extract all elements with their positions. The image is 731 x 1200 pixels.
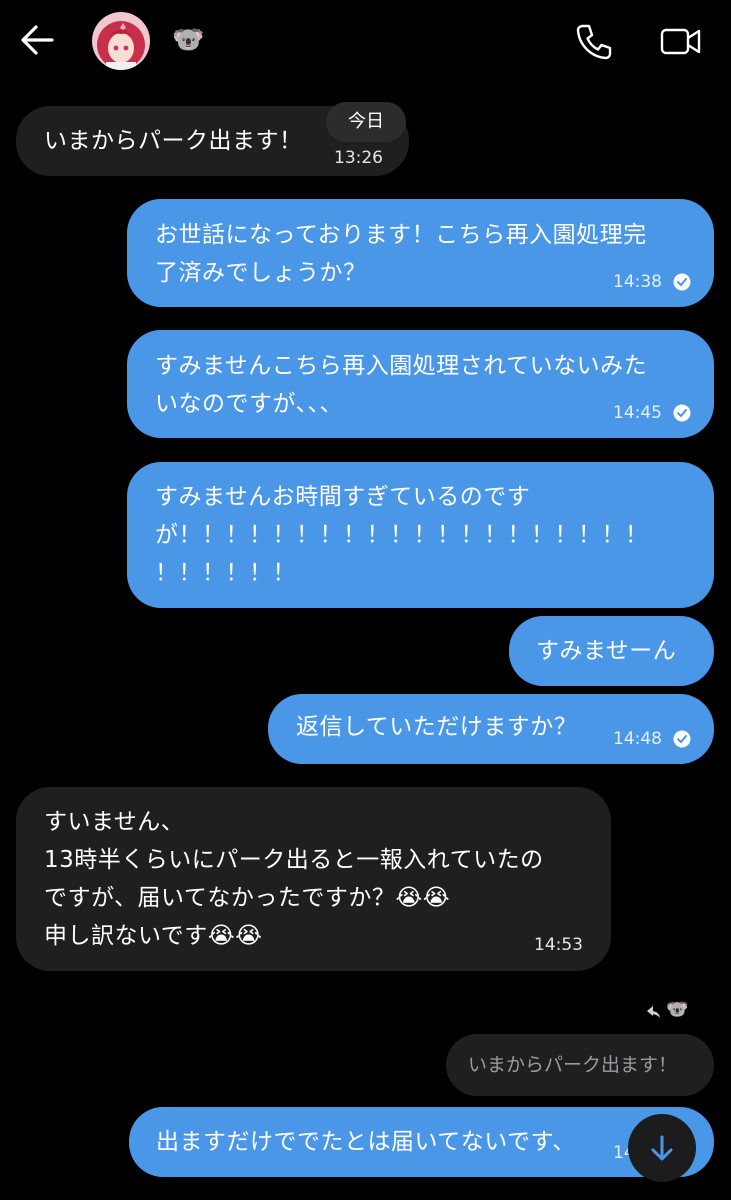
message-text: いまからパーク出ます！ xyxy=(44,128,303,154)
read-check-icon xyxy=(673,404,691,422)
date-label: 今日 xyxy=(348,111,384,132)
message-text: 返信していただけますか？ xyxy=(296,714,578,740)
message-bubble-outgoing[interactable]: 返信していただけますか？ 14:48 xyxy=(268,694,714,764)
message-bubble-outgoing[interactable]: すみませんこちら再入園処理されていないみた いなのですが、、、 14:45 xyxy=(127,330,714,438)
message-bubble-outgoing[interactable]: すみませーん xyxy=(509,616,714,686)
message-time: 14:45 xyxy=(613,403,662,423)
date-separator: 今日 xyxy=(326,102,406,142)
message-time: 14:48 xyxy=(613,729,662,749)
arrow-left-icon[interactable] xyxy=(18,22,58,58)
message-bubble-outgoing[interactable]: すみませんお時間すぎているのです が！！！！！！！！！！！！！！！！！！！！ ！… xyxy=(127,462,714,608)
contact-name[interactable]: 🐨 xyxy=(172,24,204,56)
reply-context: 🐨 xyxy=(644,998,704,1024)
message-bubble-outgoing[interactable]: 出ますだけででたとは届いてないです、 14 xyxy=(129,1107,714,1177)
replied-to-name: 🐨 xyxy=(666,999,689,1020)
chat-header: 🐨 xyxy=(0,0,731,82)
message-time: 13:26 xyxy=(334,148,383,168)
message-bubble-incoming[interactable]: すいません、 13時半くらいにパーク出ると一報入れていたの ですが、届いてなかっ… xyxy=(16,787,611,971)
message-text: すみませんお時間すぎているのです が！！！！！！！！！！！！！！！！！！！！ ！… xyxy=(155,484,649,586)
phone-icon[interactable] xyxy=(574,22,614,62)
message-time: 14:53 xyxy=(534,935,583,955)
video-camera-icon[interactable] xyxy=(660,24,702,58)
message-text: 出ますだけででたとは届いてないです、 xyxy=(156,1129,576,1155)
reply-arrow-icon xyxy=(647,1006,660,1018)
message-text: お世話になっております！こちら再入園処理完 了済みでしょうか？ xyxy=(155,222,647,286)
message-text: すみませんこちら再入園処理されていないみた いなのですが、、、 xyxy=(155,353,648,417)
contact-avatar[interactable] xyxy=(92,12,150,70)
message-time: 14:38 xyxy=(613,272,662,292)
scroll-to-bottom-button[interactable] xyxy=(628,1114,696,1182)
message-text: すいません、 13時半くらいにパーク出ると一報入れていたの ですが、届いてなかっ… xyxy=(44,809,544,949)
message-text: すみませーん xyxy=(536,638,677,664)
quoted-text: いまからパーク出ます！ xyxy=(468,1054,678,1076)
read-check-icon xyxy=(673,730,691,748)
arrow-down-icon xyxy=(651,1135,673,1161)
message-bubble-outgoing[interactable]: お世話になっております！こちら再入園処理完 了済みでしょうか？ 14:38 xyxy=(127,199,714,307)
read-check-icon xyxy=(673,273,691,291)
quoted-message[interactable]: いまからパーク出ます！ xyxy=(446,1034,714,1096)
